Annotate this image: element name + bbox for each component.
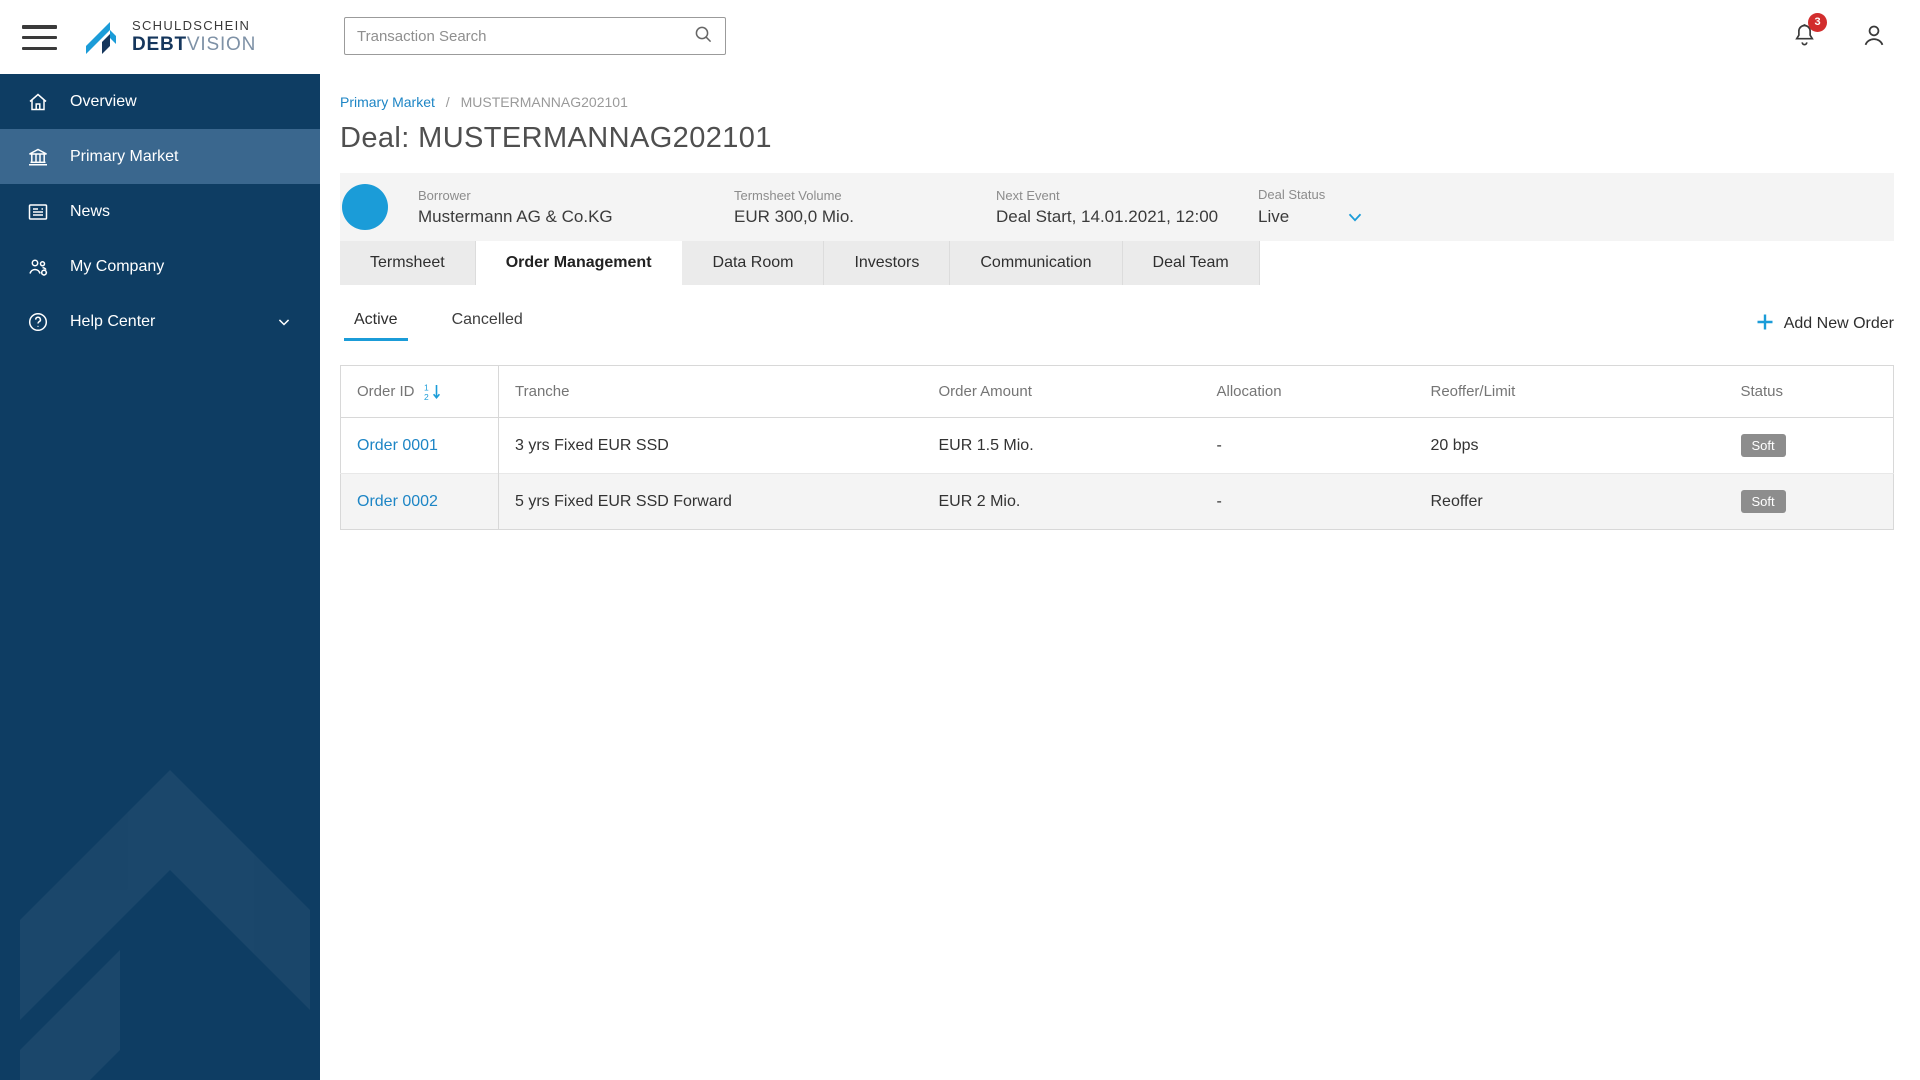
news-icon — [26, 200, 50, 224]
help-icon — [26, 310, 50, 334]
reoffer-limit-cell: Reoffer — [1430, 492, 1483, 510]
termsheet-volume-field: Termsheet Volume EUR 300,0 Mio. — [734, 188, 996, 227]
borrower-field: Borrower Mustermann AG & Co.KG — [418, 188, 734, 227]
allocation-cell: - — [1216, 436, 1222, 454]
breadcrumb-current: MUSTERMANNAG202101 — [460, 94, 628, 110]
tab-investors[interactable]: Investors — [824, 241, 951, 285]
notifications-button[interactable]: 3 — [1791, 13, 1827, 53]
reoffer-limit-cell: 20 bps — [1430, 436, 1479, 454]
brand-line1: SCHULDSCHEIN — [132, 18, 251, 33]
deal-tabs: Termsheet Order Management Data Room Inv… — [340, 241, 1894, 285]
debtvision-logo-icon — [80, 16, 122, 58]
sidebar-item-my-company[interactable]: My Company — [0, 239, 320, 294]
order-amount-cell: EUR 2 Mio. — [938, 492, 1021, 510]
sidebar: Overview Primary Market News My Company … — [0, 74, 320, 1080]
tab-data-room[interactable]: Data Room — [682, 241, 825, 285]
next-event-label: Next Event — [996, 187, 1060, 203]
plus-icon — [1755, 312, 1775, 337]
status-badge: Soft — [1740, 490, 1786, 513]
brand-logo[interactable]: SCHULDSCHEIN DEBTVISION — [80, 16, 256, 58]
chevron-down-icon — [274, 312, 294, 332]
topbar: SCHULDSCHEIN DEBTVISION 3 — [0, 0, 1920, 74]
tranche-cell: 3 yrs Fixed EUR SSD — [515, 436, 669, 454]
company-users-gear-icon — [26, 255, 50, 279]
column-header-status: Status — [1724, 365, 1894, 418]
topbar-actions: 3 — [1791, 0, 1888, 74]
borrower-value: Mustermann AG & Co.KG — [418, 206, 613, 226]
search-input[interactable] — [357, 27, 693, 45]
order-subtabs: Active Cancelled — [340, 307, 533, 341]
deal-status-value: Live — [1258, 206, 1290, 226]
status-badge: Soft — [1740, 434, 1786, 457]
account-button[interactable] — [1860, 21, 1888, 54]
deal-status-dropdown[interactable]: Live — [1258, 206, 1366, 228]
sort-numeric-icon[interactable]: 1 2 — [423, 382, 443, 402]
tranche-cell: 5 yrs Fixed EUR SSD Forward — [515, 492, 732, 510]
sidebar-watermark-logo — [20, 770, 310, 1080]
brand-line2: DEBTVISION — [132, 34, 257, 55]
deal-status-field: Deal Status Live — [1258, 187, 1376, 228]
breadcrumb: Primary Market / MUSTERMANNAG202101 — [340, 94, 1894, 110]
brand-wordmark: SCHULDSCHEIN DEBTVISION — [132, 18, 256, 56]
breadcrumb-primary-market-link[interactable]: Primary Market — [340, 94, 435, 110]
borrower-avatar — [342, 184, 388, 230]
notification-count-badge: 3 — [1808, 13, 1827, 32]
sidebar-item-primary-market[interactable]: Primary Market — [0, 129, 320, 184]
table-row: Order 0002 5 yrs Fixed EUR SSD Forward E… — [340, 473, 1894, 530]
sidebar-item-help-center[interactable]: Help Center — [0, 294, 320, 349]
sidebar-item-label: Help Center — [70, 312, 156, 330]
main-content: Primary Market / MUSTERMANNAG202101 Deal… — [320, 74, 1920, 1080]
column-header-tranche: Tranche — [498, 365, 923, 418]
svg-text:1: 1 — [424, 382, 429, 392]
svg-text:2: 2 — [424, 392, 429, 402]
deal-info-band: Borrower Mustermann AG & Co.KG Termsheet… — [340, 173, 1894, 241]
table-row: Order 0001 3 yrs Fixed EUR SSD EUR 1.5 M… — [340, 417, 1894, 474]
order-0002-link[interactable]: Order 0002 — [357, 493, 438, 510]
subtab-active[interactable]: Active — [344, 307, 408, 341]
column-header-order-id[interactable]: Order ID 1 2 — [340, 365, 499, 418]
tab-deal-team[interactable]: Deal Team — [1122, 241, 1260, 285]
termsheet-volume-label: Termsheet Volume — [734, 187, 842, 203]
sidebar-item-label: Primary Market — [70, 147, 179, 165]
deal-status-label: Deal Status — [1258, 186, 1326, 202]
add-new-order-label: Add New Order — [1783, 315, 1894, 332]
search-icon[interactable] — [693, 24, 713, 49]
page-title: Deal: MUSTERMANNAG202101 — [340, 122, 772, 154]
home-icon — [26, 90, 50, 114]
column-header-order-amount: Order Amount — [922, 365, 1201, 418]
orders-table: Order ID 1 2 Tranche Order Amount Alloca… — [340, 365, 1894, 530]
next-event-field: Next Event Deal Start, 14.01.2021, 12:00 — [996, 188, 1258, 227]
tab-communication[interactable]: Communication — [950, 241, 1123, 285]
termsheet-volume-value: EUR 300,0 Mio. — [734, 206, 854, 226]
sidebar-item-label: News — [70, 202, 111, 220]
sidebar-item-label: My Company — [70, 257, 165, 275]
sidebar-item-overview[interactable]: Overview — [0, 74, 320, 129]
breadcrumb-separator: / — [445, 94, 450, 110]
order-amount-cell: EUR 1.5 Mio. — [938, 436, 1034, 454]
sidebar-item-news[interactable]: News — [0, 184, 320, 239]
column-header-reoffer-limit: Reoffer/Limit — [1414, 365, 1725, 418]
orders-toolbar: Active Cancelled Add New Order — [340, 307, 1894, 341]
table-header-row: Order ID 1 2 Tranche Order Amount Alloca… — [340, 365, 1894, 418]
user-icon — [1860, 25, 1888, 53]
column-header-allocation: Allocation — [1200, 365, 1415, 418]
sidebar-item-label: Overview — [70, 92, 137, 110]
transaction-search — [344, 17, 726, 55]
chevron-down-icon — [1344, 206, 1366, 228]
hamburger-menu-icon[interactable] — [22, 25, 57, 50]
next-event-value: Deal Start, 14.01.2021, 12:00 — [996, 206, 1219, 226]
bank-icon — [26, 145, 50, 169]
order-0001-link[interactable]: Order 0001 — [357, 437, 438, 454]
subtab-cancelled[interactable]: Cancelled — [442, 307, 533, 341]
orders-table-container: Order ID 1 2 Tranche Order Amount Alloca… — [340, 365, 1894, 530]
borrower-label: Borrower — [418, 187, 471, 203]
allocation-cell: - — [1216, 492, 1222, 510]
bell-icon — [1791, 24, 1818, 52]
add-new-order-button[interactable]: Add New Order — [1755, 312, 1894, 337]
tab-termsheet[interactable]: Termsheet — [340, 241, 476, 285]
tab-order-management[interactable]: Order Management — [475, 241, 683, 285]
